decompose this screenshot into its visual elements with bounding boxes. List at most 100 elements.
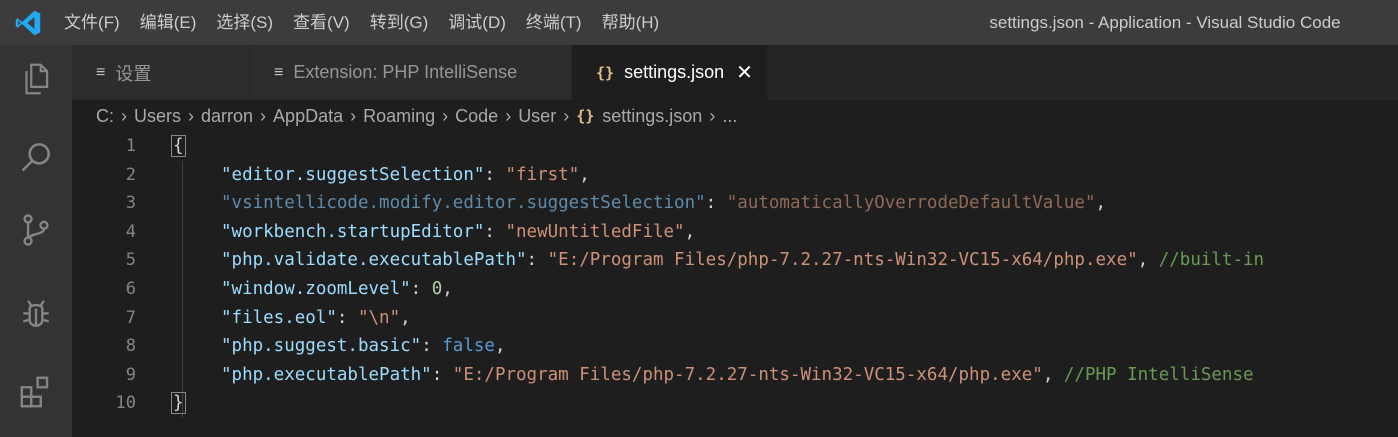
- close-icon[interactable]: ✕: [736, 60, 753, 85]
- code-token: :: [484, 221, 506, 242]
- extension-file-icon: ≡: [274, 63, 284, 81]
- json-file-icon: {}: [596, 63, 615, 82]
- line-number: 8: [125, 336, 136, 357]
- code-token: "workbench.startupEditor": [221, 221, 485, 242]
- indent-guide: [182, 161, 183, 418]
- extensions-icon[interactable]: [14, 370, 58, 414]
- code-line[interactable]: "workbench.startupEditor": "newUntitledF…: [221, 218, 695, 247]
- breadcrumb-more[interactable]: ...: [722, 106, 737, 127]
- code-token: :: [421, 336, 443, 357]
- code-editor[interactable]: 1 2 3 4 5 6 7 8 9 10 {"editor.suggestSelection": …: [72, 132, 1398, 437]
- code-token: false: [442, 336, 495, 357]
- line-number: 3: [125, 193, 136, 214]
- code-token: "first": [505, 164, 580, 185]
- breadcrumb-item[interactable]: darron: [201, 106, 253, 127]
- code-token: ,: [442, 279, 453, 299]
- code-line[interactable]: {: [171, 132, 186, 161]
- breadcrumb-item[interactable]: User: [518, 106, 556, 127]
- code-token: :: [526, 250, 548, 271]
- breadcrumb-item[interactable]: AppData: [273, 106, 343, 127]
- chevron-right-icon: ›: [188, 105, 195, 126]
- code-token: 0: [431, 279, 443, 299]
- code-token: //built-in: [1158, 250, 1265, 271]
- menu-help[interactable]: 帮助(H): [594, 0, 672, 45]
- tab-extension-php-intellisense[interactable]: ≡ Extension: PHP IntelliSense: [250, 45, 572, 100]
- search-icon[interactable]: [14, 135, 58, 179]
- code-token: :: [705, 193, 727, 214]
- code-line[interactable]: "php.validate.executablePath": "E:/Progr…: [221, 246, 1264, 275]
- code-line[interactable]: }: [171, 389, 186, 418]
- chevron-right-icon: ›: [505, 105, 512, 126]
- line-number: 4: [125, 221, 136, 242]
- debug-icon[interactable]: [14, 293, 58, 337]
- tab-settings-ui[interactable]: ≡ 设置: [72, 45, 250, 100]
- code-token: "php.executablePath": [221, 364, 432, 385]
- menu-go[interactable]: 转到(G): [362, 0, 441, 45]
- chevron-right-icon: ›: [260, 105, 267, 126]
- code-token: {: [171, 135, 186, 157]
- code-token: ,: [1095, 193, 1107, 214]
- code-line[interactable]: "editor.suggestSelection": "first",: [221, 161, 590, 190]
- code-line[interactable]: "vsintellicode.modify.editor.suggestSele…: [221, 189, 1106, 218]
- code-token: "automaticallyOverrodeDefaultValue": [726, 193, 1096, 214]
- tab-bar: ≡ 设置 ≡ Extension: PHP IntelliSense {} se…: [72, 45, 1398, 100]
- code-token: }: [171, 392, 186, 415]
- vscode-logo-icon: [15, 10, 41, 35]
- code-token: ,: [400, 307, 411, 328]
- breadcrumb-file[interactable]: settings.json: [602, 106, 702, 127]
- breadcrumb-item[interactable]: C:: [96, 106, 114, 127]
- breadcrumb-item[interactable]: Roaming: [363, 106, 435, 127]
- line-number: 6: [125, 279, 136, 299]
- code-token: ,: [1137, 250, 1159, 271]
- breadcrumb-item[interactable]: Code: [455, 106, 498, 127]
- explorer-icon[interactable]: [14, 57, 58, 101]
- code-token: ,: [494, 336, 506, 357]
- source-control-icon[interactable]: [14, 208, 58, 252]
- window-title: settings.json - Application - Visual Stu…: [989, 13, 1341, 32]
- code-token: :: [431, 364, 453, 385]
- chevron-right-icon: ›: [350, 105, 357, 126]
- code-line[interactable]: "files.eol": "\n",: [221, 304, 411, 333]
- code-token: "newUntitledFile": [505, 221, 685, 242]
- tab-label: Extension: PHP IntelliSense: [293, 62, 518, 82]
- code-token: "php.validate.executablePath": [221, 250, 527, 271]
- code-token: :: [336, 307, 358, 328]
- menu-selection[interactable]: 选择(S): [208, 0, 285, 45]
- chevron-right-icon: ›: [709, 105, 716, 126]
- code-token: :: [410, 279, 432, 299]
- code-line[interactable]: "window.zoomLevel": 0,: [221, 275, 453, 304]
- code-line[interactable]: "php.suggest.basic": false,: [221, 332, 506, 361]
- menu-debug[interactable]: 调试(D): [440, 0, 518, 45]
- code-token: "php.suggest.basic": [221, 336, 422, 357]
- code-token: ,: [1042, 364, 1064, 385]
- breadcrumb-item[interactable]: Users: [134, 106, 181, 127]
- code-token: ,: [684, 221, 696, 242]
- code-line[interactable]: "php.executablePath": "E:/Program Files/…: [221, 361, 1254, 390]
- code-token: "vsintellicode.modify.editor.suggestSele…: [221, 193, 706, 214]
- tab-settings-json[interactable]: {} settings.json ✕: [572, 45, 768, 100]
- menu-edit[interactable]: 编辑(E): [132, 0, 209, 45]
- menu-terminal[interactable]: 终端(T): [518, 0, 594, 45]
- chevron-right-icon: ›: [563, 105, 570, 126]
- line-number: 7: [125, 307, 136, 328]
- code-token: "editor.suggestSelection": [221, 164, 485, 185]
- menu-bar: 文件(F) 编辑(E) 选择(S) 查看(V) 转到(G) 调试(D) 终端(T…: [56, 0, 671, 45]
- menu-view[interactable]: 查看(V): [285, 0, 362, 45]
- code-token: "E:/Program Files/php-7.2.27-nts-Win32-V…: [452, 364, 1043, 385]
- settings-file-icon: ≡: [96, 63, 106, 81]
- line-number: 5: [125, 250, 136, 271]
- chevron-right-icon: ›: [442, 105, 449, 126]
- code-token: "files.eol": [221, 307, 337, 328]
- code-token: //PHP IntelliSense: [1063, 364, 1254, 385]
- tab-label: 设置: [115, 63, 152, 84]
- chevron-right-icon: ›: [121, 105, 127, 126]
- line-number: 10: [115, 393, 136, 414]
- tab-label: settings.json: [624, 62, 725, 82]
- code-token: :: [484, 164, 506, 185]
- title-bar: 文件(F) 编辑(E) 选择(S) 查看(V) 转到(G) 调试(D) 终端(T…: [0, 0, 1398, 45]
- activity-bar: [0, 45, 72, 437]
- menu-file[interactable]: 文件(F): [56, 0, 132, 45]
- code-token: "window.zoomLevel": [221, 279, 411, 299]
- code-token: "\n": [357, 307, 401, 328]
- code-token: "E:/Program Files/php-7.2.27-nts-Win32-V…: [547, 250, 1138, 271]
